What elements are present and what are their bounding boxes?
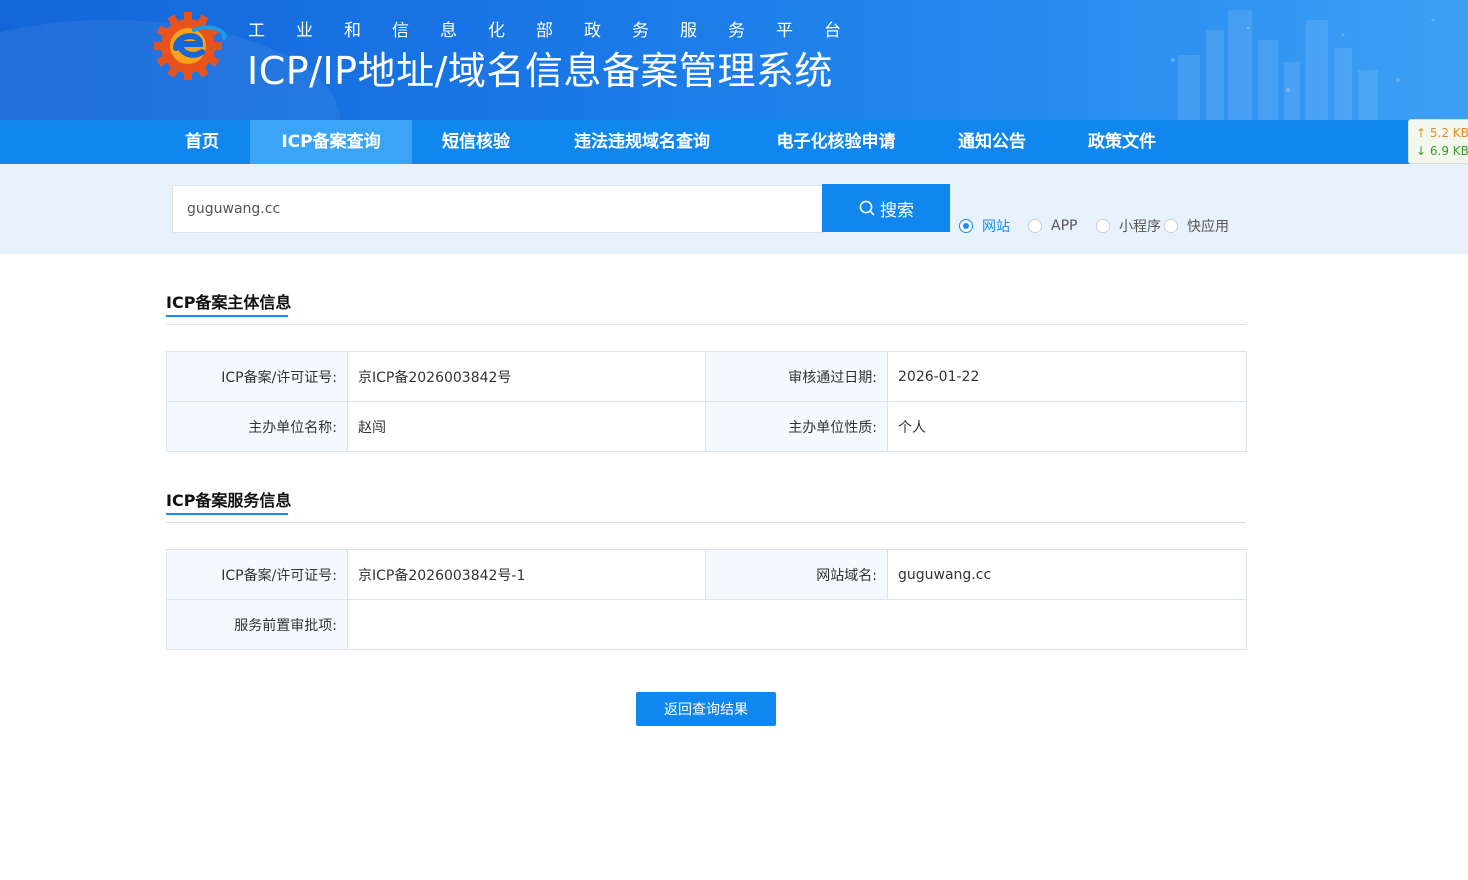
type-option-app[interactable]: APP [1028,216,1077,236]
radio-quickapp[interactable] [1164,219,1178,233]
service-license-label: ICP备案/许可证号: [166,549,348,600]
service-info-divider [166,522,1246,523]
service-info-title: ICP备案服务信息 [166,491,292,510]
org-name-value: 赵闯 [347,401,706,452]
domain-label: 网站域名: [705,549,888,600]
network-speed-widget: ↑ 5.2 KB/ ↓ 6.9 KB/ [1408,119,1468,164]
type-option-miniprogram[interactable]: 小程序 [1096,216,1161,236]
table-row: 主办单位名称: 赵闯 主办单位性质: 个人 [166,401,1247,452]
subject-info-underline [166,315,288,317]
radio-app[interactable] [1028,219,1042,233]
service-info-underline [166,513,288,515]
miit-logo-icon [154,12,227,80]
table-row: 服务前置审批项: [166,599,1247,650]
city-skyline-decoration [1171,10,1435,120]
service-info-table: ICP备案/许可证号: 京ICP备2026003842号-1 网站域名: gug… [166,549,1247,650]
radio-miniprogram[interactable] [1096,219,1110,233]
org-type-label: 主办单位性质: [705,401,888,452]
download-speed: ↓ 6.9 KB/ [1416,144,1468,158]
approve-date-label: 审核通过日期: [705,351,888,402]
radio-app-label: APP [1051,218,1078,234]
type-option-website[interactable]: 网站 [959,216,1010,236]
search-button-label: 搜索 [880,200,914,220]
search-button[interactable]: 搜索 [822,184,950,232]
table-row: ICP备案/许可证号: 京ICP备2026003842号-1 网站域名: gug… [166,549,1247,600]
search-input[interactable] [172,185,823,233]
license-label: ICP备案/许可证号: [166,351,348,402]
type-option-quickapp[interactable]: 快应用 [1164,216,1229,236]
license-value: 京ICP备2026003842号 [347,351,706,402]
table-row: ICP备案/许可证号: 京ICP备2026003842号 审核通过日期: 202… [166,351,1247,402]
radio-quickapp-label: 快应用 [1187,219,1229,235]
search-area: 搜索 网站 APP 小程序 快应用 [0,164,1468,254]
radio-miniprogram-label: 小程序 [1119,219,1161,235]
radio-website-label: 网站 [982,219,1010,235]
platform-subtitle: 工业和信息化部政务服务平台 [248,21,872,41]
nav-home[interactable]: 首页 [154,120,250,164]
header-banner: 工业和信息化部政务服务平台 ICP/IP地址/域名信息备案管理系统 [0,0,1468,120]
search-icon [859,200,875,216]
subject-info-title: ICP备案主体信息 [166,293,292,312]
nav-icp-query[interactable]: ICP备案查询 [250,120,412,164]
nav-illegal-domain-query[interactable]: 违法违规域名查询 [540,120,744,164]
upload-speed: ↑ 5.2 KB/ [1416,126,1468,140]
nav-notices[interactable]: 通知公告 [928,120,1056,164]
main-nav: 首页 ICP备案查询 短信核验 违法违规域名查询 电子化核验申请 通知公告 政策… [0,120,1468,164]
nav-electronic-verify[interactable]: 电子化核验申请 [744,120,928,164]
nav-sms-verify[interactable]: 短信核验 [412,120,540,164]
back-to-results-button[interactable]: 返回查询结果 [636,692,776,726]
subject-info-table: ICP备案/许可证号: 京ICP备2026003842号 审核通过日期: 202… [166,351,1247,452]
org-name-label: 主办单位名称: [166,401,348,452]
nav-policy-docs[interactable]: 政策文件 [1056,120,1188,164]
domain-value: guguwang.cc [887,549,1247,600]
subject-info-divider [166,324,1246,325]
org-type-value: 个人 [887,401,1247,452]
radio-website[interactable] [959,219,973,233]
service-license-value: 京ICP备2026003842号-1 [347,549,706,600]
approve-date-value: 2026-01-22 [887,351,1247,402]
pre-approval-label: 服务前置审批项: [166,599,348,650]
pre-approval-value [347,599,1247,650]
system-title: ICP/IP地址/域名信息备案管理系统 [247,49,833,93]
